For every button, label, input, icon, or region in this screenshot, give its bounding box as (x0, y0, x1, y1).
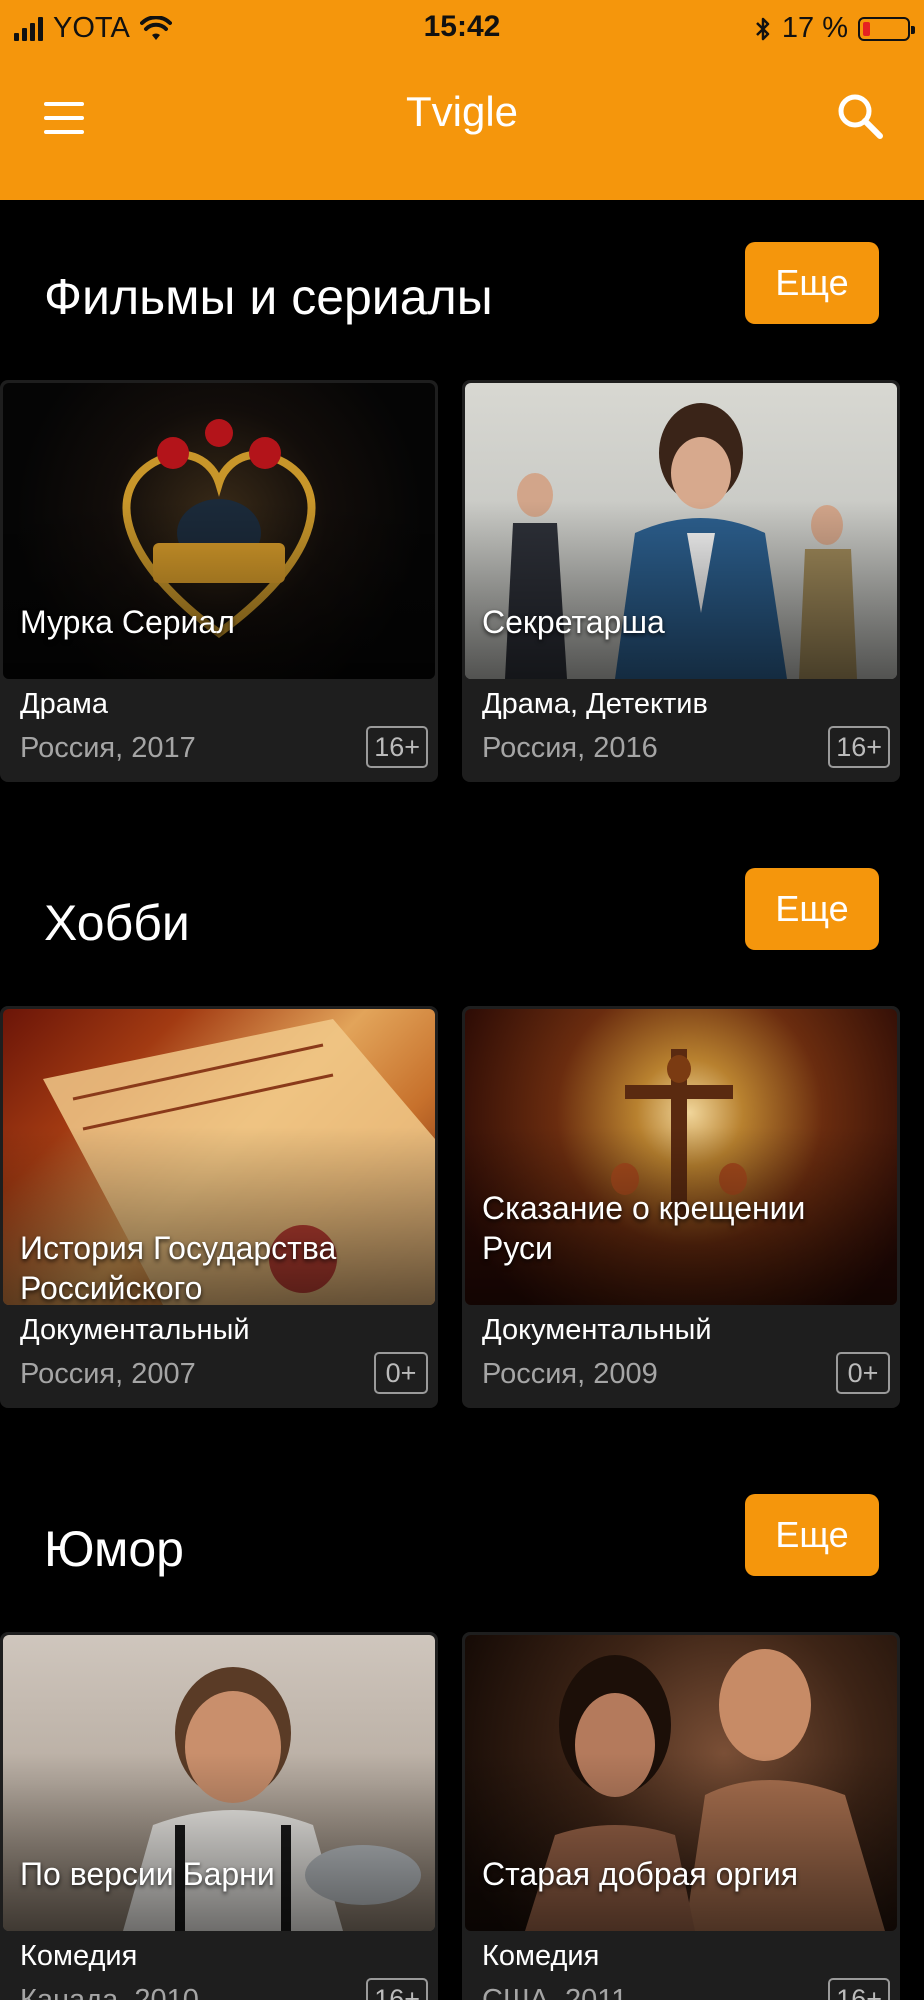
age-rating-badge: 16+ (366, 1978, 428, 2000)
age-rating-badge: 16+ (828, 1978, 890, 2000)
top-bar: YOTA 15:42 17 % Tvigle (0, 0, 924, 200)
card-genre: Драма, Детектив (482, 688, 708, 720)
card-title: Мурка Сериал (20, 604, 235, 640)
card-country-year: Россия, 2007 (20, 1358, 196, 1390)
card-genre: Комедия (20, 1940, 138, 1972)
app-title: Tvigle (405, 88, 519, 135)
card-genre: Документальный (20, 1314, 250, 1346)
card-title: Сказание о крещении Руси (482, 1190, 806, 1266)
card-country-year: Россия, 2016 (482, 732, 658, 764)
age-rating-badge: 0+ (374, 1352, 428, 1394)
card-title: По версии Барни (20, 1856, 275, 1892)
card-country-year: Россия, 2009 (482, 1358, 658, 1390)
status-right: 17 % (754, 12, 915, 45)
more-button[interactable]: Еще (745, 1494, 879, 1576)
card-country-year: Канада, 2010 (20, 1984, 199, 2000)
card-country-year: Россия, 2017 (20, 732, 196, 764)
content-card[interactable]: Мурка Сериал Драма Россия, 2017 16+ (0, 380, 438, 782)
bluetooth-icon (756, 17, 770, 40)
age-rating-badge: 0+ (836, 1352, 890, 1394)
content-card[interactable]: Старая добрая оргия Комедия США, 2011 16… (462, 1632, 900, 2000)
content-card[interactable]: Сказание о крещении Руси Документальный … (462, 1006, 900, 1408)
card-title: Старая добрая оргия (482, 1856, 799, 1892)
card-genre: Комедия (482, 1940, 600, 1972)
content-card[interactable]: Секретарша Драма, Детектив Россия, 2016 … (462, 380, 900, 782)
section-title: Юмор (44, 1521, 184, 1577)
content-card[interactable]: По версии Барни Комедия Канада, 2010 16+ (0, 1632, 438, 2000)
card-title: История Государства Российского (20, 1230, 337, 1306)
card-genre: Драма (20, 688, 108, 720)
card-country-year: США, 2011 (482, 1984, 628, 2000)
app-bar: Tvigle (0, 56, 924, 200)
card-title: Секретарша (482, 604, 665, 640)
content-card[interactable]: История Государства Российского Документ… (0, 1006, 438, 1408)
battery-percent: 17 % (781, 12, 848, 44)
section-hobby: Хобби Еще История Государства Российског… (0, 826, 924, 1426)
section-humor: Юмор Еще По версии Барни Комедия Канада,… (0, 1452, 924, 2000)
section-title: Хобби (44, 895, 190, 951)
age-rating-badge: 16+ (828, 726, 890, 768)
more-button[interactable]: Еще (745, 868, 879, 950)
battery-icon (858, 16, 915, 41)
battery-level (863, 21, 870, 36)
status-bar: YOTA 15:42 17 % (0, 0, 924, 56)
section-title: Фильмы и сериалы (44, 269, 493, 325)
more-button[interactable]: Еще (745, 242, 879, 324)
section-films-series: Фильмы и сериалы Еще Мурка Сериал Драма … (0, 200, 924, 800)
age-rating-badge: 16+ (366, 726, 428, 768)
card-genre: Документальный (482, 1314, 712, 1346)
search-icon[interactable] (834, 90, 886, 142)
hamburger-menu-icon[interactable] (40, 94, 88, 142)
